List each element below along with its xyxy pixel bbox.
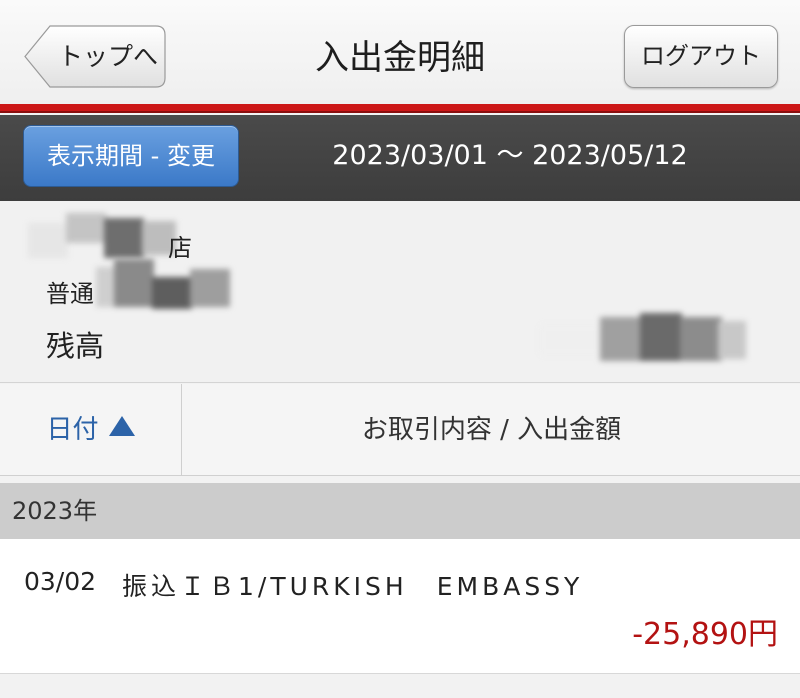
transaction-description: 振込ＩＢ1/TURKISH EMBASSY [122,572,584,601]
logout-button[interactable]: ログアウト [624,25,778,88]
back-button-label: トップへ [57,42,158,71]
page-title: 入出金明細 [315,38,485,78]
list-column-header: 日付 お取引内容 / 入出金額 [0,384,800,476]
back-to-top-button[interactable]: トップへ [24,25,166,88]
year-group-header: 2023年 [0,483,800,539]
sort-by-date-header[interactable]: 日付 [0,384,182,476]
triangle-up-icon [108,416,135,436]
period-range: 2023/03/01 〜 2023/05/12 [332,140,688,171]
account-type: 普通 [46,280,94,308]
change-period-button[interactable]: 表示期間 - 変更 [23,125,239,187]
redacted-balance-amount [540,311,750,367]
date-column-label: 日付 [46,415,99,445]
period-bar: 表示期間 - 変更 2023/03/01 〜 2023/05/12 [0,115,800,201]
content-column-label: お取引内容 / 入出金額 [361,415,622,445]
transaction-amount: -25,890円 [632,617,778,652]
branch-suffix: 店 [168,234,192,262]
app-header: トップへ 入出金明細 ログアウト [0,0,800,104]
header-accent-line [0,104,800,113]
balance-label: 残高 [46,329,105,363]
account-summary: 店 普通 残高 [0,201,800,383]
transaction-date: 03/02 [24,567,97,596]
list-bottom [0,675,800,698]
redacted-branch-name [28,213,178,263]
redacted-account-number [96,259,236,311]
transaction-row[interactable]: 03/02 振込ＩＢ1/TURKISH EMBASSY -25,890円 [0,539,800,674]
